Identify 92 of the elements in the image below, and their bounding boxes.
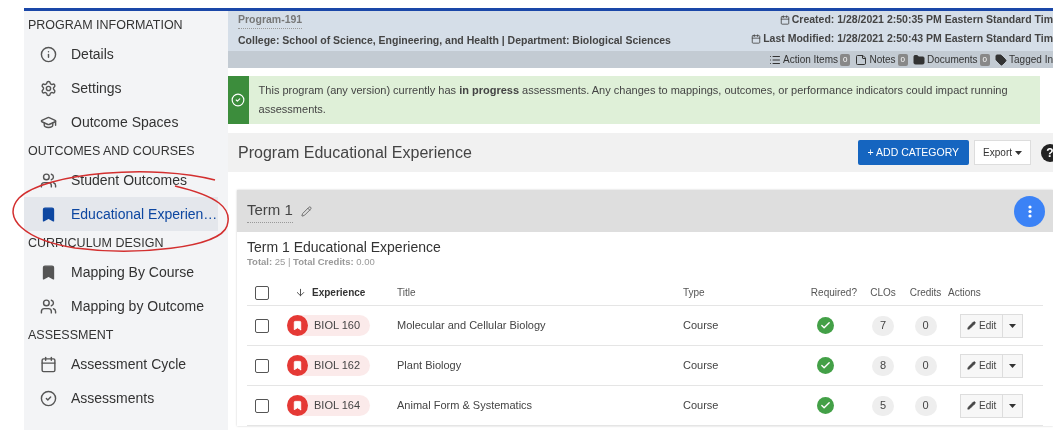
more-options-button[interactable]	[1014, 195, 1045, 227]
dropdown-button[interactable]	[1003, 353, 1024, 378]
header-link[interactable]: Notes 0	[855, 52, 909, 67]
edit-button[interactable]: Edit	[960, 353, 1004, 378]
nav-item[interactable]: Educational Experien…	[24, 197, 218, 231]
nav-item[interactable]: Mapping by Outcome	[24, 289, 218, 323]
credit-count: 0	[914, 395, 937, 416]
caret-icon	[1015, 150, 1022, 155]
section-heading: PROGRAM INFORMATION	[27, 16, 184, 34]
nav-item[interactable]: Outcome Spaces	[24, 105, 218, 139]
book-icon	[40, 263, 57, 281]
settings-icon	[40, 79, 57, 97]
nav-item[interactable]: Settings	[24, 71, 218, 105]
dropdown-button[interactable]	[1003, 313, 1024, 338]
clo-count: 7	[872, 315, 894, 336]
column-header: Type	[683, 286, 706, 300]
term-name: Term 1	[247, 199, 293, 223]
list-icon	[768, 53, 781, 66]
created-date: Created: 1/28/2021 2:50:35 PM Eastern Standard Tim	[791, 12, 1053, 27]
header-link[interactable]: Documents 0	[913, 52, 991, 67]
sort-icon[interactable]	[295, 287, 306, 298]
column-header: Actions	[948, 286, 982, 300]
row-checkbox[interactable]	[255, 358, 269, 373]
count-badge: 0	[840, 53, 851, 66]
edit-button[interactable]: Edit	[960, 393, 1004, 418]
dropdown-button[interactable]	[1003, 393, 1024, 418]
course-chip[interactable]: BIOL 160	[287, 315, 371, 336]
program-department: College: School of Science, Engineering, and Health | Department: Biological Sciences	[238, 32, 671, 48]
add-category-button[interactable]: + ADD CATEGORY	[857, 140, 970, 165]
term-totals: Total: 25 | Total Credits: 0.00	[247, 256, 375, 268]
nav-item[interactable]: Details	[24, 37, 218, 71]
pencil-icon	[967, 401, 976, 410]
edit-button[interactable]: Edit	[960, 313, 1004, 338]
column-header: Required?	[809, 286, 858, 300]
note-icon	[855, 53, 868, 66]
edit-icon[interactable]	[300, 205, 312, 217]
info-icon	[40, 45, 57, 63]
modified-date: Last Modified: 1/28/2021 2:50:43 PM Eastern Standard Tim	[763, 30, 1053, 46]
check-icon	[231, 93, 246, 107]
row-checkbox[interactable]	[255, 318, 269, 333]
select-all-checkbox[interactable]	[255, 285, 269, 300]
calendar-icon	[40, 355, 57, 373]
nav-item[interactable]: Assessments	[24, 381, 218, 415]
caret-icon	[1009, 403, 1017, 408]
course-chip[interactable]: BIOL 164	[287, 395, 371, 416]
book-icon	[40, 205, 57, 223]
nav-item[interactable]: Student Outcomes	[24, 163, 218, 197]
caret-icon	[1009, 323, 1017, 328]
calendar-icon	[751, 33, 762, 44]
calendar-icon	[779, 14, 790, 25]
book-icon	[287, 395, 308, 416]
count-badge: 0	[979, 53, 991, 66]
more-icon	[1027, 204, 1032, 218]
nav-item[interactable]: Mapping By Course	[24, 255, 218, 289]
book-icon	[287, 315, 308, 336]
course-title: Molecular and Cellular Biology	[397, 318, 547, 334]
term-title: Term 1 Educational Experience	[247, 238, 442, 256]
credit-count: 0	[914, 315, 937, 336]
folder-icon	[913, 53, 926, 66]
pencil-icon	[967, 361, 976, 370]
count-badge: 0	[897, 53, 909, 66]
header-link[interactable]: Tagged In	[995, 52, 1053, 67]
caret-icon	[1009, 363, 1017, 368]
alert-message: This program (any version) currently has in progress assessments. Any changes to mappings, outcomes, or performance indicators could impact running assessments.	[257, 83, 1009, 117]
course-title: Plant Biology	[397, 358, 463, 374]
column-header: Credits	[908, 286, 943, 300]
people-icon	[40, 297, 57, 315]
course-type: Course	[683, 318, 720, 334]
program-id: Program-191	[238, 12, 303, 29]
course-title: Animal Form & Systematics	[397, 398, 534, 414]
people-icon	[40, 171, 57, 189]
book-icon	[287, 355, 308, 376]
tag-icon	[995, 53, 1008, 66]
course-type: Course	[683, 358, 720, 374]
section-title: Program Educational Experience	[238, 142, 473, 163]
check-circle-icon	[40, 389, 57, 407]
column-header[interactable]: Experience	[312, 285, 366, 300]
export-button[interactable]: Export	[974, 140, 1031, 165]
clo-count: 8	[872, 355, 894, 376]
column-header: Title	[397, 286, 417, 300]
nav-item[interactable]: Assessment Cycle	[24, 347, 218, 381]
credit-count: 0	[914, 355, 937, 376]
course-type: Course	[683, 398, 720, 414]
column-header: CLOs	[869, 286, 897, 300]
header-link[interactable]: Action Items 0	[768, 52, 851, 67]
section-heading: ASSESSMENT	[27, 326, 115, 344]
clo-count: 5	[872, 395, 894, 416]
row-checkbox[interactable]	[255, 398, 269, 413]
help-button[interactable]: ?	[1041, 143, 1053, 162]
course-chip[interactable]: BIOL 162	[287, 355, 371, 376]
pencil-icon	[967, 321, 976, 330]
section-heading: OUTCOMES AND COURSES	[27, 142, 196, 160]
